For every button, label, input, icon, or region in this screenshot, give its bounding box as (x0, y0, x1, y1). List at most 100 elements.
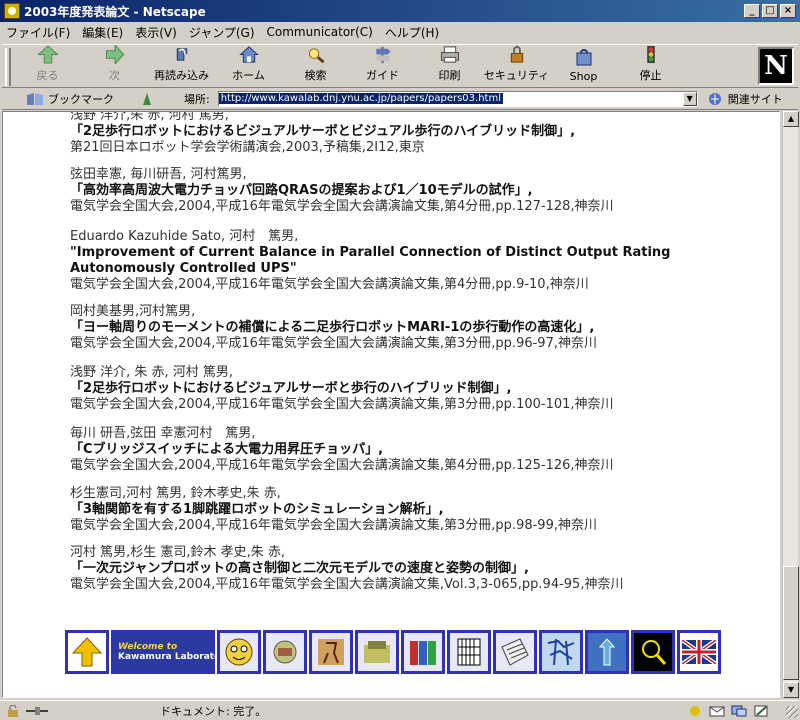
print-icon (440, 46, 459, 63)
banner-lab-name: Kawamura Laboratory (118, 652, 231, 662)
close-button[interactable]: × (780, 4, 796, 18)
nav-search-button[interactable] (631, 630, 675, 674)
minimize-button[interactable]: _ (744, 4, 760, 18)
security-button[interactable]: セキュリティ (483, 45, 550, 87)
maximize-button[interactable]: □ (762, 4, 778, 18)
menu-edit[interactable]: 編集(E) (82, 24, 123, 41)
forward-button[interactable]: 次 (81, 45, 148, 87)
paper-authors: 毎川 研吾,弦田 幸憲河村 篤男, (70, 426, 256, 441)
paper-authors: 岡村美基男,河村篤男, (70, 304, 196, 319)
related-sites-button[interactable]: 関連サイト (728, 91, 783, 107)
paper-title: 「ヨー軸周りのモーメントの補償による二足歩行ロボットMARI-1の歩行動作の高速… (70, 320, 595, 335)
location-bar: ブックマーク 場所: http://www.kawalab.dnj.ynu.ac… (2, 88, 798, 110)
robot-icon (318, 639, 344, 665)
related-sites-icon (708, 92, 721, 105)
menu-help[interactable]: ヘルプ(H) (385, 24, 439, 41)
building-icon (457, 638, 481, 666)
nav-papers-button[interactable] (493, 630, 537, 674)
banner-welcome-text: Welcome to (118, 642, 178, 652)
print-button[interactable]: 印刷 (416, 45, 483, 87)
reload-button[interactable]: 再読み込み (148, 45, 215, 87)
page-content: 浅野 洋介,朱 赤, 河村 篤男, 「2足歩行ロボットにおけるビジュアルサーボと… (2, 111, 780, 698)
url-dropdown-button[interactable]: ▼ (682, 91, 697, 106)
newsgroup-component-icon[interactable] (730, 704, 748, 718)
menu-bar: ファイル(F) 編集(E) 表示(V) ジャンプ(G) Communicator… (0, 22, 800, 42)
paper-entry: 岡村美基男,河村篤男, 「ヨー軸周りのモーメントの補償による二足歩行ロボットMA… (70, 304, 770, 352)
paper-venue: 電気学会全国大会,2004,平成16年電気学会全国大会講演論文集,第4分冊,pp… (70, 199, 614, 214)
reload-icon (176, 48, 187, 61)
paper-entry: 弦田幸憲, 毎川研吾, 河村篤男, 「高効率高周波大電力チョッパ回路QRASの提… (70, 167, 770, 215)
mail-component-icon[interactable] (708, 704, 726, 718)
paper-venue: 電気学会全国大会,2004,平成16年電気学会全国大会講演論文集,第3分冊,pp… (70, 336, 597, 351)
nav-up-button[interactable] (65, 630, 109, 674)
search-button[interactable]: 検索 (282, 45, 349, 87)
paper-venue: 電気学会全国大会,2004,平成16年電気学会全国大会講演論文集,第3分冊,pp… (70, 397, 614, 412)
direction-arrows-icon (598, 638, 616, 666)
equipment-icon (364, 641, 390, 663)
title-bar: 2003年度発表論文 - Netscape _ □ × (0, 0, 800, 22)
menu-file[interactable]: ファイル(F) (6, 24, 70, 41)
paper-authors: 浅野 洋介,朱 赤, 河村 篤男, (70, 111, 229, 123)
shop-button[interactable]: Shop (550, 45, 617, 87)
nav-members-button[interactable] (217, 630, 261, 674)
scroll-up-button[interactable]: ▲ (783, 111, 799, 127)
paper-authors: 弦田幸憲, 毎川研吾, 河村篤男, (70, 167, 247, 182)
research-icon (273, 640, 297, 664)
paper-venue: 電気学会全国大会,2004,平成16年電気学会全国大会講演論文集,第4分冊,pp… (70, 277, 589, 292)
nav-english-button[interactable] (677, 630, 721, 674)
url-input[interactable]: http://www.kawalab.dnj.ynu.ac.jp/papers/… (217, 90, 698, 107)
stop-icon (646, 45, 655, 64)
paper-entry: Eduardo Kazuhide Sato, 河村 篤男, "Improveme… (70, 229, 770, 293)
url-text[interactable]: http://www.kawalab.dnj.ynu.ac.jp/papers/… (218, 93, 503, 104)
forward-arrow-icon (105, 45, 124, 64)
netscape-logo[interactable]: N (758, 47, 794, 85)
paper-entry: 河村 篤男,杉生 憲司,鈴木 孝史,朱 赤, 「一次元ジャンプロボットの高さ制御… (70, 545, 770, 593)
books-icon (410, 641, 436, 665)
menu-view[interactable]: 表示(V) (135, 24, 177, 41)
nav-map-button[interactable] (539, 630, 583, 674)
paper-title: 「Cブリッジスイッチによる大電力用昇圧チョッパ」, (70, 442, 384, 457)
stop-button[interactable]: 停止 (617, 45, 684, 87)
location-label: 場所: (184, 92, 210, 106)
scroll-down-button[interactable]: ▼ (783, 682, 799, 698)
menu-go[interactable]: ジャンプ(G) (189, 24, 255, 41)
guide-button[interactable]: ガイド (349, 45, 416, 87)
composer-component-icon[interactable] (752, 704, 770, 718)
nav-building-button[interactable] (447, 630, 491, 674)
nav-equipment-button[interactable] (355, 630, 399, 674)
map-icon (547, 638, 575, 666)
back-button[interactable]: 戻る (14, 45, 81, 87)
paper-entry: 浅野 洋介,朱 赤, 河村 篤男, 「2足歩行ロボットにおけるビジュアルサーボと… (70, 111, 770, 156)
menu-communicator[interactable]: Communicator(C) (267, 25, 373, 39)
bookmarks-button[interactable]: ブックマーク (48, 91, 114, 107)
navigation-toolbar: 戻る 次 再読み込み ホーム 検索 ガイド 印刷 セキュリティ Shop 停止 … (2, 44, 798, 88)
vertical-scrollbar[interactable]: ▲ ▼ (782, 111, 799, 698)
paper-title: 「2足歩行ロボットにおけるビジュアルサーボとビジュアル歩行のハイブリッド制御」, (70, 124, 576, 139)
paper-entry: 浅野 洋介, 朱 赤, 河村 篤男, 「2足歩行ロボットにおけるビジュアルサーボ… (70, 365, 770, 413)
resize-grip[interactable] (786, 706, 798, 718)
paper-venue: 第21回日本ロボット学会学術講演会,2003,予稿集,2I12,東京 (70, 140, 425, 155)
up-arrow-icon (71, 637, 103, 667)
paper-title-continued: Autonomously Controlled UPS" (70, 261, 297, 276)
paper-authors: 杉生憲司,河村 篤男, 鈴木孝史,朱 赤, (70, 486, 281, 501)
security-lock-icon[interactable] (6, 704, 20, 717)
shop-icon (576, 49, 591, 66)
nav-robot-button[interactable] (309, 630, 353, 674)
scroll-thumb[interactable] (783, 566, 799, 680)
uk-flag-icon (682, 640, 716, 664)
nav-direction-button[interactable] (585, 630, 629, 674)
location-page-icon[interactable] (140, 92, 154, 106)
toolbar-grip[interactable] (5, 48, 11, 86)
nav-lab-home-banner[interactable]: Welcome to Kawamura Laboratory (111, 630, 231, 674)
home-icon (238, 46, 259, 63)
status-bar: ドキュメント: 完了。 (0, 700, 800, 720)
paper-authors: 浅野 洋介, 朱 赤, 河村 篤男, (70, 365, 234, 380)
home-button[interactable]: ホーム (215, 45, 282, 87)
face-icon (225, 638, 253, 666)
nav-research-button[interactable] (263, 630, 307, 674)
navigator-component-icon[interactable] (686, 704, 704, 718)
paper-venue: 電気学会全国大会,2004,平成16年電気学会全国大会講演論文集,Vol.3,3… (70, 577, 624, 592)
paper-title: 「3軸関節を有する1脚跳躍ロボットのシミュレーション解析」, (70, 502, 444, 517)
nav-books-button[interactable] (401, 630, 445, 674)
bookmark-icon (27, 92, 43, 105)
